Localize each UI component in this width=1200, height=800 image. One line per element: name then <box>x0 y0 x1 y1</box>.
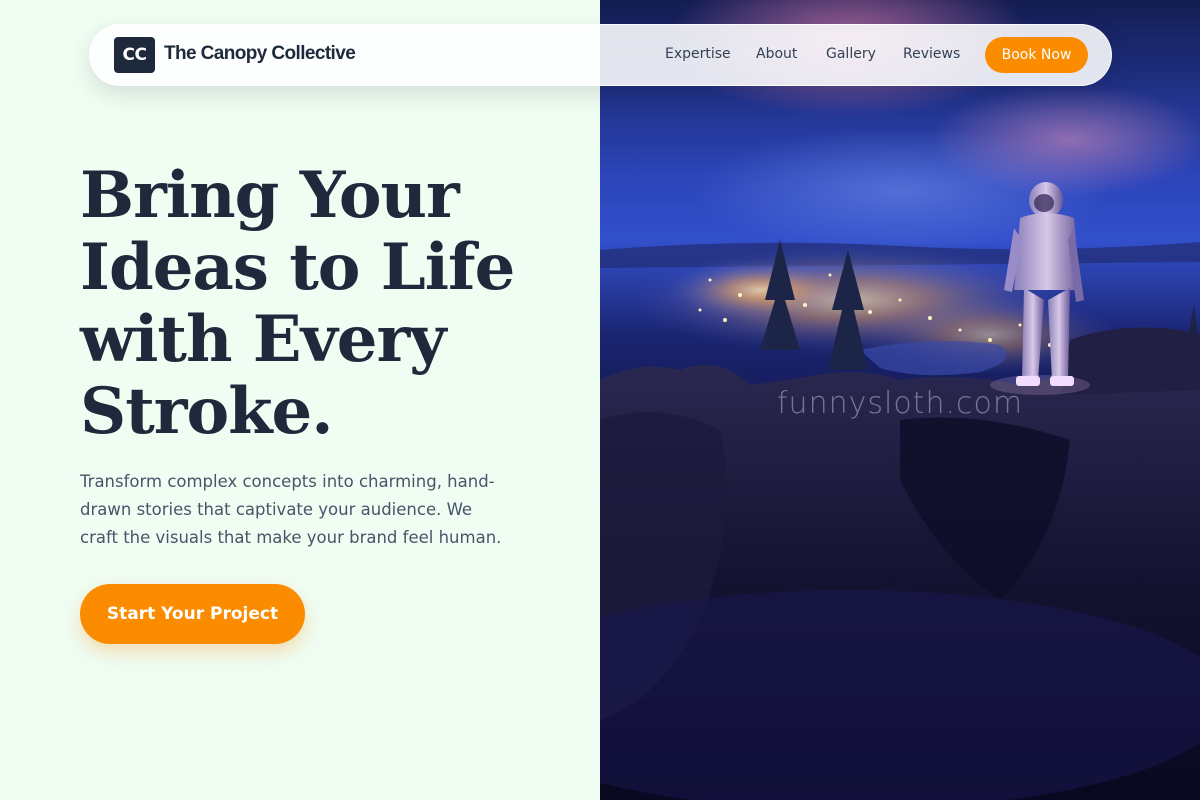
hero-left-pane: Bring Your Ideas to Life with Every Stro… <box>0 0 600 800</box>
start-project-button[interactable]: Start Your Project <box>80 584 305 644</box>
nav-link-about[interactable]: About <box>756 46 797 62</box>
nav-link-gallery[interactable]: Gallery <box>826 46 876 62</box>
brand-name[interactable]: The Canopy Collective <box>164 43 356 65</box>
watermark-text: funnysloth.com <box>777 386 1024 421</box>
hero-headline: Bring Your Ideas to Life with Every Stro… <box>80 158 515 449</box>
hero-image: funnysloth.com <box>600 0 1200 800</box>
nav-link-expertise[interactable]: Expertise <box>665 46 731 62</box>
top-navbar: CC The Canopy Collective Expertise About… <box>89 24 1112 86</box>
logo-icon[interactable]: CC <box>114 37 155 73</box>
nav-link-reviews[interactable]: Reviews <box>903 46 960 62</box>
hero-subtext: Transform complex concepts into charming… <box>80 472 502 547</box>
book-now-button[interactable]: Book Now <box>985 37 1088 73</box>
